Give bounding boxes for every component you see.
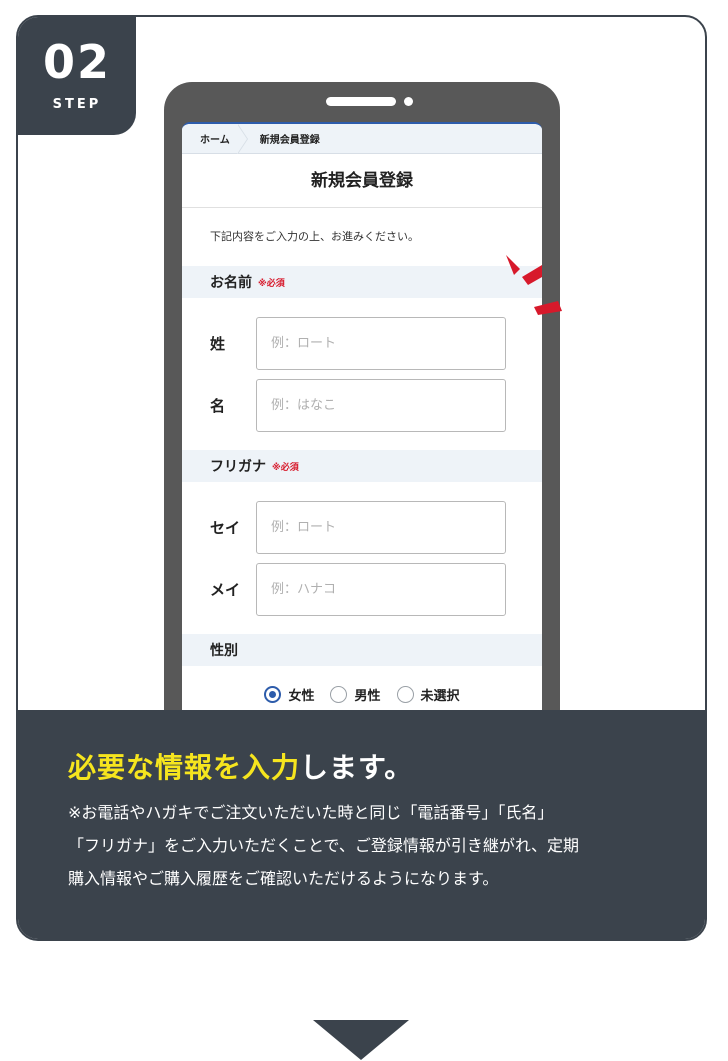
step-badge: 02 STEP [18, 17, 136, 135]
attention-line-icon [534, 301, 562, 315]
caption-description: ※お電話やハガキでご注文いただいた時と同じ「電話番号」「氏名」 「フリガナ」をご… [68, 796, 705, 895]
field-row-first-name: 名 [182, 374, 542, 436]
attention-line-icon [522, 265, 542, 285]
section-gender-heading: 性別 [182, 634, 542, 666]
radio-unchecked-icon[interactable] [330, 685, 348, 703]
radio-unchecked-icon[interactable] [396, 685, 414, 703]
required-mark: ※必須 [272, 462, 299, 473]
step-number: 02 [42, 35, 111, 89]
phone-camera [404, 97, 413, 106]
description-line: 購入情報やご購入履歴をご確認いただけるようになります。 [68, 869, 499, 888]
last-kana-label: セイ [210, 518, 241, 537]
headline-highlight: 必要な情報を入力 [68, 751, 301, 784]
gender-option-unselected[interactable]: 未選択 [396, 685, 460, 704]
headline-rest: します。 [300, 751, 414, 784]
gender-option-label: 男性 [354, 688, 381, 704]
breadcrumb: ホーム 新規会員登録 [182, 124, 542, 154]
caption-panel: 必要な情報を入力します。 ※お電話やハガキでご注文いただいた時と同じ「電話番号」… [18, 710, 705, 939]
phone-illustration: ホーム 新規会員登録 新規会員登録 下記内容をご入力の上、お進みください。 お名… [164, 82, 560, 742]
last-kana-input[interactable] [256, 500, 506, 554]
breadcrumb-home[interactable]: ホーム [200, 131, 230, 146]
gender-option-label: 女性 [288, 688, 315, 704]
intro-text: 下記内容をご入力の上、お進みください。 [210, 230, 419, 243]
step-card: 02 STEP ホーム 新規会員登録 新規会員登録 下記内容をご入力の上、お進み… [16, 15, 707, 941]
attention-line-icon [506, 255, 520, 275]
caption-headline: 必要な情報を入力します。 [68, 751, 705, 784]
last-name-input[interactable] [256, 316, 506, 370]
down-arrow-icon [313, 1020, 409, 1060]
phone-screen: ホーム 新規会員登録 新規会員登録 下記内容をご入力の上、お進みください。 お名… [182, 122, 542, 742]
required-mark: ※必須 [258, 278, 285, 289]
first-name-label: 名 [210, 396, 226, 415]
first-name-input[interactable] [256, 378, 506, 432]
first-kana-label: メイ [210, 580, 241, 599]
field-row-last-name: 姓 [182, 312, 542, 374]
phone-speaker [326, 97, 396, 106]
radio-checked-icon[interactable] [264, 685, 282, 703]
breadcrumb-current: 新規会員登録 [259, 135, 320, 146]
section-gender-label: 性別 [210, 643, 238, 659]
section-kana-label: フリガナ [210, 459, 266, 475]
page-title: 新規会員登録 [182, 154, 542, 208]
gender-option-male[interactable]: 男性 [330, 685, 381, 704]
step-label: STEP [52, 97, 102, 112]
first-kana-input[interactable] [256, 562, 506, 616]
description-line: ※お電話やハガキでご注文いただいた時と同じ「電話番号」「氏名」 [68, 803, 554, 822]
section-kana-heading: フリガナ ※必須 [182, 450, 542, 482]
field-row-first-kana: メイ [182, 558, 542, 620]
attention-lines-icon [506, 255, 562, 315]
breadcrumb-separator-icon [236, 124, 248, 154]
field-row-last-kana: セイ [182, 496, 542, 558]
gender-option-female[interactable]: 女性 [264, 685, 314, 704]
last-name-label: 姓 [210, 334, 226, 353]
section-name-heading: お名前 ※必須 [182, 266, 542, 298]
description-line: 「フリガナ」をご入力いただくことで、ご登録情報が引き継がれ、定期 [68, 836, 580, 855]
section-name-label: お名前 [210, 275, 252, 291]
gender-option-label: 未選択 [420, 688, 460, 704]
